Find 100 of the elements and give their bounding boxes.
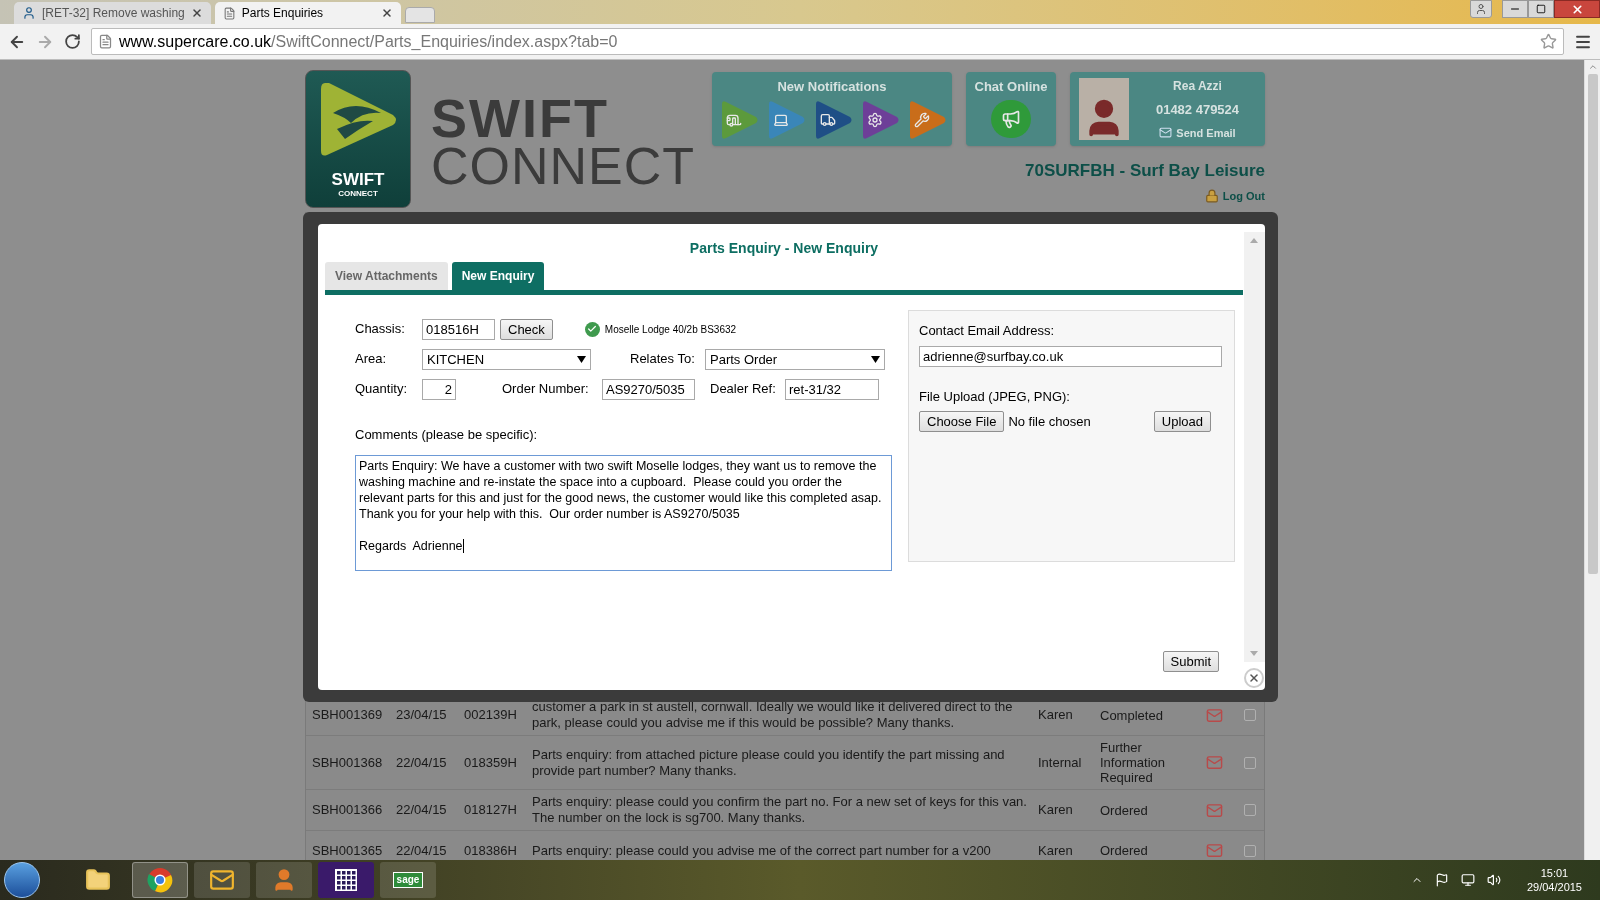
close-icon[interactable] [190,7,203,19]
field-label: Area: [355,350,388,369]
table-cell-text: Karen [1038,706,1074,725]
field-label: Comments (please be specific): [355,426,539,444]
dialog-title: Parts Enquiry - New Enquiry [688,239,880,258]
field-label: Chassis: [355,320,406,339]
comments-field[interactable]: Parts Enquiry: We have a customer with two swift Moselle lodges, they want us to remove the washing machine and re-instate the space into a cupboard. Please could you order the relevant parts for this and just for the good news, the customer would like this completed asap. Thank you for your help with this. Our order number is AS9270/5035 Regards Adrienne [355,454,892,571]
dealer-name: 70SURFBH - Surf Bay Leisure [1025,160,1265,182]
table-cell-text: Parts enquiry: please could you advise me of the correct part number for a v200 [532,842,992,859]
profile-button[interactable] [1470,0,1492,18]
lock-icon [1204,188,1219,203]
upload-button[interactable]: Upload [1153,411,1211,432]
panel-title: New Notifications [777,78,887,96]
close-icon[interactable] [1244,668,1264,688]
chassis-result: Moselle Lodge 40/2b BS3632 [604,322,737,337]
table-cell-text: SBH001368 [312,753,384,772]
table-cell-text: 002139H [464,706,518,725]
field-label: Dealer Ref: [710,380,777,399]
start-button[interactable] [4,862,40,898]
tab-title: [RET-32] Remove washing [42,5,185,22]
field-label: Order Number: [502,380,590,399]
choose-file-button[interactable]: Choose File [919,411,1005,432]
table-cell-text: SBH001369 [312,706,384,725]
page-icon [222,6,236,20]
table-cell-text: 22/04/15 [396,801,448,820]
wordmark: CONNECT [431,142,696,190]
table-cell-text: Parts enquiry: from attached picture please could you identify the part missing and provide part number? Many thanks. [532,746,1006,779]
table-cell-text: 23/04/15 [396,706,448,725]
address-bar[interactable]: www.supercare.co.uk/SwiftConnect/Parts_Enquiries/index.aspx?tab=0 [91,28,1564,55]
scroll-up-icon[interactable] [1587,62,1598,72]
envelope-icon[interactable] [194,862,250,898]
dialog-tab[interactable]: View Attachments [325,262,448,290]
browser-tab[interactable]: [RET-32] Remove washing [14,2,211,24]
megaphone-icon [991,99,1031,138]
submit-button[interactable]: Submit [1162,650,1219,672]
close-icon [1570,2,1584,16]
dealer-ref-field[interactable]: ret-31/32 [785,378,879,400]
person-icon[interactable] [256,862,312,898]
close-icon[interactable] [380,7,393,19]
table-cell-text: SBH001365 [312,841,384,860]
logo-badge[interactable]: SWIFT CONNECT [305,70,411,208]
grid-icon[interactable] [318,862,374,898]
table-cell-text: Ordered [1100,802,1149,818]
email-field[interactable]: adrienne@surfbay.co.uk [919,345,1222,367]
scrollbar[interactable] [1243,232,1265,662]
field-label: Quantity: [355,380,409,399]
table-cell-text: Ordered [1100,843,1149,858]
speaker-icon[interactable] [1486,873,1501,887]
table-cell-text: 018359H [464,753,518,772]
wordmark: SWIFT [431,94,609,142]
flag-icon[interactable] [1434,873,1449,887]
table-cell-text: 018127H [464,801,518,820]
table-cell-text: 22/04/15 [396,841,448,860]
person-icon [1475,3,1487,15]
row-checkbox[interactable] [1244,844,1256,857]
relates-to-select[interactable]: Parts Order [705,348,885,370]
table-cell-text: Internal [1038,753,1083,772]
logo-text: CONNECT [338,189,378,199]
order-number-field[interactable]: AS9270/5035 [602,378,695,400]
dropdown-arrow-icon [871,355,880,363]
field-label: File Upload (JPEG, PNG): [919,387,1071,406]
browser-icon[interactable] [132,862,188,898]
avatar-placeholder [1079,78,1129,140]
clock[interactable]: 15:01 29/04/2015 [1526,866,1582,894]
table-cell-text: 22/04/15 [396,753,448,772]
row-checkbox[interactable] [1244,756,1256,769]
quantity-field[interactable]: 2 [422,378,456,400]
scroll-down-icon[interactable] [1250,651,1258,656]
minimize-button[interactable] [1502,0,1528,18]
tab-title: Parts Enquiries [241,5,325,22]
close-button[interactable] [1554,0,1600,18]
chassis-field[interactable]: 018516H [422,318,495,340]
logo-text: SWIFT [331,171,385,189]
app-logo[interactable]: sage [392,872,424,888]
dialog-tab[interactable]: New Enquiry [451,262,545,290]
table-cell-text: Karen [1038,841,1074,860]
user-name: Rea Azzi [1173,78,1222,95]
reload-icon[interactable] [64,33,81,50]
dropdown-arrow-icon [577,355,586,363]
area-select[interactable]: KITCHEN [422,348,591,370]
scroll-up-icon[interactable] [1250,238,1258,243]
envelope-icon [1159,126,1173,140]
phone-number: 01482 479524 [1155,101,1240,119]
check-button[interactable]: Check [500,318,553,340]
table-cell-text: Parts enquiry: please could you confirm the part no. For a new set of keys for this van. The number on the lock is sg700. Many thanks. [532,794,1028,826]
file-status: No file chosen [1008,412,1091,431]
row-checkbox[interactable] [1244,709,1256,721]
browser-tab[interactable]: Parts Enquiries [214,2,401,24]
maximize-button[interactable] [1528,0,1554,18]
row-checkbox[interactable] [1244,804,1256,816]
panel-title: Chat Online [974,78,1048,96]
table-cell-text: Completed [1100,707,1164,723]
table-cell-text: Karen [1038,801,1074,820]
field-label: Contact Email Address: [919,322,1056,340]
network-icon[interactable] [1460,873,1475,887]
table-cell-text: customer a park in st austell, cornwall. Ideally we would like it delivered direct to the park, please could you advise me if this would be possible? Many thanks. [532,699,1014,731]
table-cell-text: SBH001366 [312,801,384,820]
table-cell-text: 018386H [464,841,518,860]
field-label: Relates To: [630,350,696,369]
scrollbar[interactable] [1584,60,1600,860]
